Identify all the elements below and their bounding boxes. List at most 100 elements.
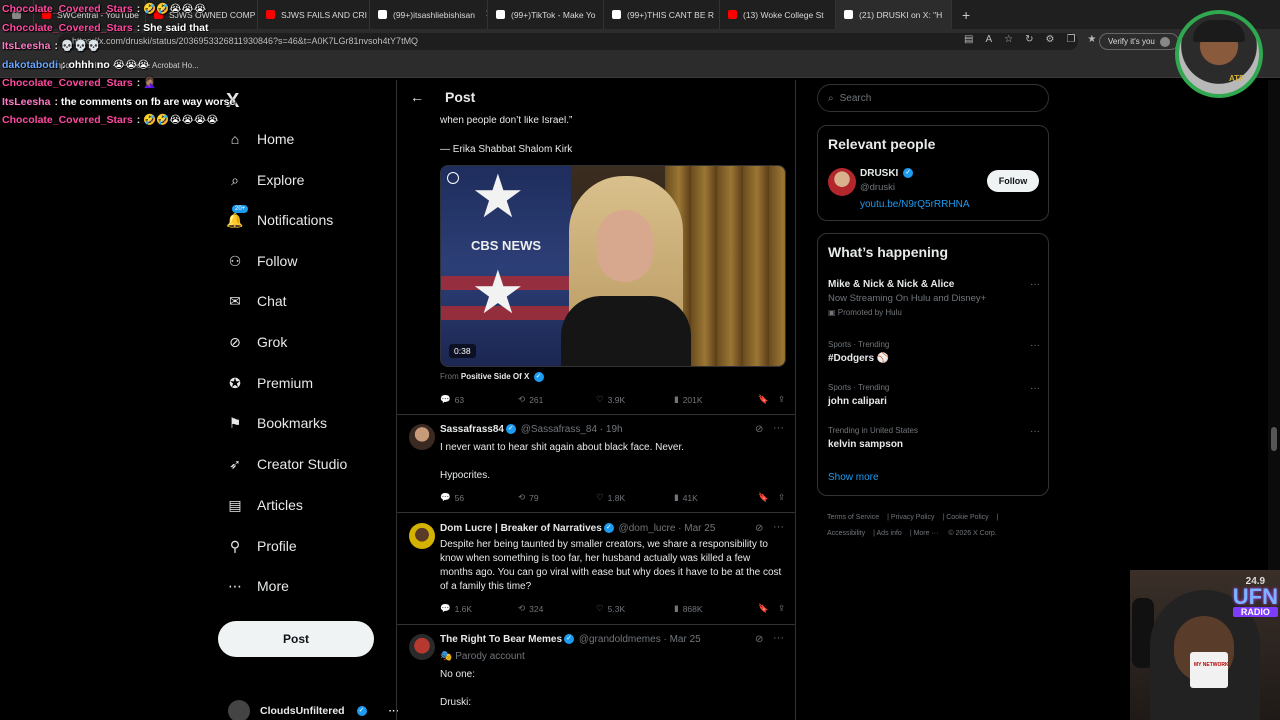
footer-link[interactable]: Cookie Policy — [946, 514, 988, 521]
more-icon[interactable]: ··· — [1030, 383, 1040, 394]
browser-tab[interactable]: (99+)THIS CANT BE R✕ — [604, 0, 720, 29]
favorites-icon[interactable]: ★ — [1087, 34, 1096, 45]
tweet-text: I never want to hear shit again about bl… — [440, 442, 685, 453]
nav-item-follow[interactable]: ⚇ Follow — [226, 252, 298, 270]
author-name[interactable]: Dom Lucre | Breaker of Narratives — [440, 523, 602, 534]
more-icon[interactable]: ··· — [773, 521, 784, 533]
nav-item-notifications[interactable]: 🔔 20+ Notifications — [226, 205, 333, 229]
cap-shape — [1193, 20, 1245, 42]
nav-item-articles[interactable]: ▤ Articles — [226, 496, 303, 514]
avatar[interactable] — [828, 168, 856, 196]
more-icon[interactable]: ··· — [773, 422, 784, 434]
share-button[interactable]: ⇪ — [778, 603, 785, 614]
refresh-icon[interactable]: ↻ — [1025, 34, 1033, 45]
chat-username: ItsLeesha — [2, 40, 51, 52]
nav-item-label: More — [257, 578, 289, 594]
browser-tab[interactable]: (13) Woke College St✕ — [720, 0, 836, 29]
footer-link[interactable]: More ··· — [914, 530, 939, 537]
avatar[interactable] — [409, 523, 435, 549]
repost-button[interactable]: ⟲ 261 — [518, 394, 596, 405]
repost-button[interactable]: ⟲ 79 — [518, 492, 596, 503]
grok-icon[interactable]: ⊘ — [755, 634, 763, 645]
avatar[interactable] — [409, 424, 435, 450]
nav-item-creator-studio[interactable]: ➶ Creator Studio — [226, 455, 347, 473]
share-button[interactable]: ⇪ — [778, 394, 785, 405]
nav-item-explore[interactable]: ⌕ Explore — [226, 171, 304, 189]
footer-link[interactable]: Terms of Service — [827, 514, 879, 521]
grok-icon: ⊘ — [229, 333, 241, 350]
author-handle[interactable]: @dom_lucre · Mar 25 — [619, 523, 716, 534]
reply-button[interactable]: 💬 1.6K — [440, 603, 518, 614]
footer-links: Terms of Service | Privacy Policy | Cookie… — [827, 514, 999, 537]
browser-tab[interactable]: (99+)itsashliebishisan✕ — [370, 0, 488, 29]
author-handle[interactable]: @grandoldmemes · Mar 25 — [579, 634, 701, 645]
reader-icon[interactable]: ▤ — [964, 34, 973, 45]
views-button[interactable]: ▮ 868K — [674, 603, 758, 614]
avatar[interactable] — [409, 634, 435, 660]
author-name[interactable]: The Right To Bear Memes — [440, 634, 562, 645]
bookmark-button[interactable]: 🔖 — [758, 492, 778, 503]
post-button[interactable]: Post — [218, 621, 374, 657]
nav-item-home[interactable]: ⌂ Home — [226, 130, 295, 148]
more-icon[interactable]: ··· — [773, 632, 784, 644]
footer-link[interactable]: Privacy Policy — [891, 514, 935, 521]
bookmark-button[interactable]: 🔖 — [758, 603, 778, 614]
bookmark-icon: ⚑ — [228, 414, 242, 431]
browser-tab[interactable]: SJWS FAILS AND CRI✕ — [258, 0, 370, 29]
grok-icon[interactable]: ⊘ — [755, 424, 763, 435]
nav-item-label: Grok — [257, 334, 288, 350]
share-button[interactable]: ⇪ — [778, 492, 785, 503]
views-button[interactable]: ▮ 41K — [674, 492, 758, 503]
like-button[interactable]: ♡ 1.8K — [596, 492, 674, 503]
footer-link[interactable]: Accessibility — [827, 530, 865, 537]
bookmark-icon: 🔖 — [758, 394, 769, 404]
extensions-icon[interactable]: ⚙ — [1045, 34, 1054, 45]
person-name-text: DRUSKI — [860, 168, 899, 179]
repost-icon: ⟲ — [518, 394, 526, 404]
search-input[interactable]: ⌕ Search — [817, 84, 1049, 112]
nav-item-bookmarks[interactable]: ⚑ Bookmarks — [226, 414, 327, 432]
trend-item[interactable]: Mike & Nick & Nick & Alice Now Streaming… — [828, 279, 1040, 317]
nav-item-grok[interactable]: ⊘ Grok — [226, 333, 287, 351]
account-switcher[interactable]: CloudsUnfiltered ✓ ··· — [228, 700, 399, 720]
footer-link[interactable]: Ads info — [877, 530, 902, 537]
bell-icon: 🔔 20+ — [226, 205, 249, 229]
scrollbar-thumb[interactable] — [1271, 427, 1277, 451]
video-source[interactable]: From Positive Side Of X ✓ — [440, 372, 546, 382]
person-link[interactable]: youtu.be/N9rQ5rRRHNA — [860, 199, 969, 210]
like-button[interactable]: ♡ 3.9K — [596, 394, 674, 405]
reply-button[interactable]: 💬 63 — [440, 394, 518, 405]
more-icon[interactable]: ··· — [1030, 279, 1040, 290]
back-arrow-icon[interactable]: ← — [410, 89, 424, 105]
follow-button[interactable]: Follow — [987, 170, 1039, 192]
more-icon[interactable]: ··· — [1030, 426, 1040, 437]
browser-tab[interactable]: (99+)TikTok - Make Yo✕ — [488, 0, 604, 29]
nav-item-profile[interactable]: ⚲ Profile — [226, 537, 297, 555]
browser-tab-active[interactable]: (21) DRUSKI on X: "H✕ — [836, 0, 952, 29]
author-name[interactable]: Sassafrass84 — [440, 424, 504, 435]
reply-button[interactable]: 💬 56 — [440, 492, 518, 503]
new-tab-button[interactable]: + — [952, 7, 980, 23]
grok-icon[interactable]: ⊘ — [755, 523, 763, 534]
nav-item-chat[interactable]: ✉ Chat — [226, 292, 286, 310]
person-handle[interactable]: @druski — [860, 182, 895, 193]
trend-item[interactable]: Sports · Trending john calipari ··· — [828, 383, 1040, 407]
person-name[interactable]: DRUSKI ✓ — [860, 168, 915, 179]
verify-button[interactable]: Verify it's you — [1099, 33, 1179, 50]
bookmark-button[interactable]: 🔖 — [758, 394, 778, 405]
read-aloud-icon[interactable]: A — [985, 34, 992, 45]
repost-button[interactable]: ⟲ 324 — [518, 603, 596, 614]
trend-item[interactable]: Trending in United States kelvin sampson… — [828, 426, 1040, 450]
show-more-link[interactable]: Show more — [828, 472, 879, 483]
favorite-star-icon[interactable]: ☆ — [1004, 34, 1013, 45]
trend-item[interactable]: Sports · Trending #Dodgers ⚾ ··· — [828, 340, 1040, 364]
trend-title: john calipari — [828, 396, 887, 407]
collections-icon[interactable]: ❐ — [1066, 34, 1075, 45]
author-handle[interactable]: @Sassafrass_84 · 19h — [521, 424, 623, 435]
nav-item-more[interactable]: ⋯ More — [226, 577, 289, 595]
more-icon[interactable]: ··· — [1030, 340, 1040, 351]
views-button[interactable]: ▮ 201K — [674, 394, 758, 405]
video-player[interactable]: ★ ★ CBS NEWS 0:38 — [440, 165, 786, 367]
like-button[interactable]: ♡ 5.3K — [596, 603, 674, 614]
nav-item-premium[interactable]: ✪ Premium — [226, 374, 313, 392]
